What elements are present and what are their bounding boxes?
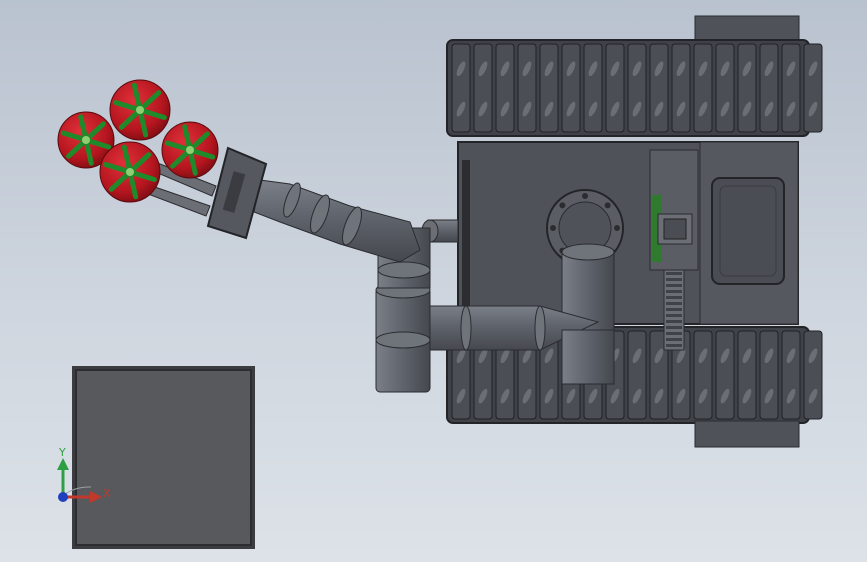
robot-top-view: Y X [57, 15, 823, 549]
collection-basket [72, 366, 255, 549]
cad-viewport[interactable]: Y X [0, 0, 867, 562]
x-axis-label: X [103, 487, 111, 500]
y-axis-label: Y [58, 446, 66, 459]
top-track [446, 15, 823, 137]
chassis-body [457, 141, 799, 325]
gear-rack [663, 269, 685, 351]
